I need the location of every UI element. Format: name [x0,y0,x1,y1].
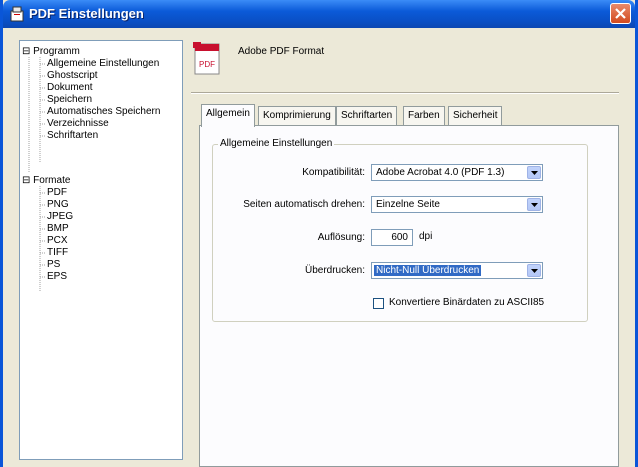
settings-tree[interactable]: ⊟ Programm Allgemeine Einstellungen Ghos… [19,40,183,460]
rotate-select[interactable]: Einzelne Seite [371,196,543,213]
collapse-icon[interactable]: ⊟ [22,46,30,57]
tab-komprimierung[interactable]: Komprimierung [258,106,336,126]
group-title: Allgemeine Einstellungen [218,138,335,149]
tree-item-jpeg[interactable]: JPEG [47,211,73,223]
tree-group-programm[interactable]: ⊟ Programm [22,46,80,58]
tree-item-automatisches-speichern[interactable]: Automatisches Speichern [47,106,160,118]
tree-item-bmp[interactable]: BMP [47,223,69,235]
tab-allgemein[interactable]: Allgemein [201,104,255,127]
tab-farben[interactable]: Farben [403,106,445,126]
tree-group-label: Formate [33,175,71,186]
tree-item-ps[interactable]: PS [47,259,60,271]
tree-item-tiff[interactable]: TIFF [47,247,68,259]
pdf-format-icon: PDF [191,40,223,76]
tab-panel-allgemein: Allgemeine Einstellungen Kompatibilität:… [199,125,619,467]
title-bar[interactable]: PDF Einstellungen [3,0,635,28]
resolution-label: Auflösung: [317,232,365,243]
rotate-value: Einzelne Seite [376,199,440,210]
collapse-icon[interactable]: ⊟ [22,175,30,186]
compat-select[interactable]: Adobe Acrobat 4.0 (PDF 1.3) [371,164,543,181]
window-title: PDF Einstellungen [29,6,144,21]
tree-item-dokument[interactable]: Dokument [47,82,93,94]
tree-item-verzeichnisse[interactable]: Verzeichnisse [47,118,109,130]
tree-group-formate[interactable]: ⊟ Formate [22,175,70,187]
resolution-input[interactable]: 600 [371,229,413,246]
dropdown-arrow-icon[interactable] [527,198,541,211]
ascii85-label[interactable]: Konvertiere Binärdaten zu ASCII85 [389,297,544,308]
pdf-settings-window: PDF Einstellungen ⊟ Programm Allgemeine … [0,0,638,467]
close-button[interactable] [610,3,631,24]
overprint-select[interactable]: Nicht-Null Überdrucken [371,262,543,279]
tree-item-pcx[interactable]: PCX [47,235,68,247]
tab-schriftarten[interactable]: Schriftarten [336,106,398,126]
close-icon [615,8,626,19]
overprint-value: Nicht-Null Überdrucken [374,265,482,276]
tree-group-label: Programm [33,46,80,57]
tree-item-speichern[interactable]: Speichern [47,94,92,106]
tree-item-png[interactable]: PNG [47,199,69,211]
tree-connector-lines [28,57,46,291]
overprint-label: Überdrucken: [304,265,365,276]
pdf-icon-label: PDF [199,60,215,69]
compat-value: Adobe Acrobat 4.0 (PDF 1.3) [376,167,505,178]
ascii85-checkbox[interactable] [373,298,384,309]
header-divider [191,92,619,94]
tree-item-eps[interactable]: EPS [47,271,67,283]
general-settings-group: Allgemeine Einstellungen Kompatibilität:… [212,138,588,322]
dropdown-arrow-icon[interactable] [527,166,541,179]
tree-item-pdf[interactable]: PDF [47,187,67,199]
resolution-unit: dpi [419,231,433,242]
dropdown-arrow-icon[interactable] [527,264,541,277]
format-title: Adobe PDF Format [238,46,325,57]
tab-sicherheit[interactable]: Sicherheit [448,106,503,126]
tree-item-schriftarten[interactable]: Schriftarten [47,130,98,142]
rotate-label: Seiten automatisch drehen: [243,199,365,210]
compat-label: Kompatibilität: [302,167,365,178]
tree-item-ghostscript[interactable]: Ghostscript [47,70,98,82]
app-icon [9,6,25,22]
tree-item-allgemeine-einstellungen[interactable]: Allgemeine Einstellungen [47,58,159,70]
